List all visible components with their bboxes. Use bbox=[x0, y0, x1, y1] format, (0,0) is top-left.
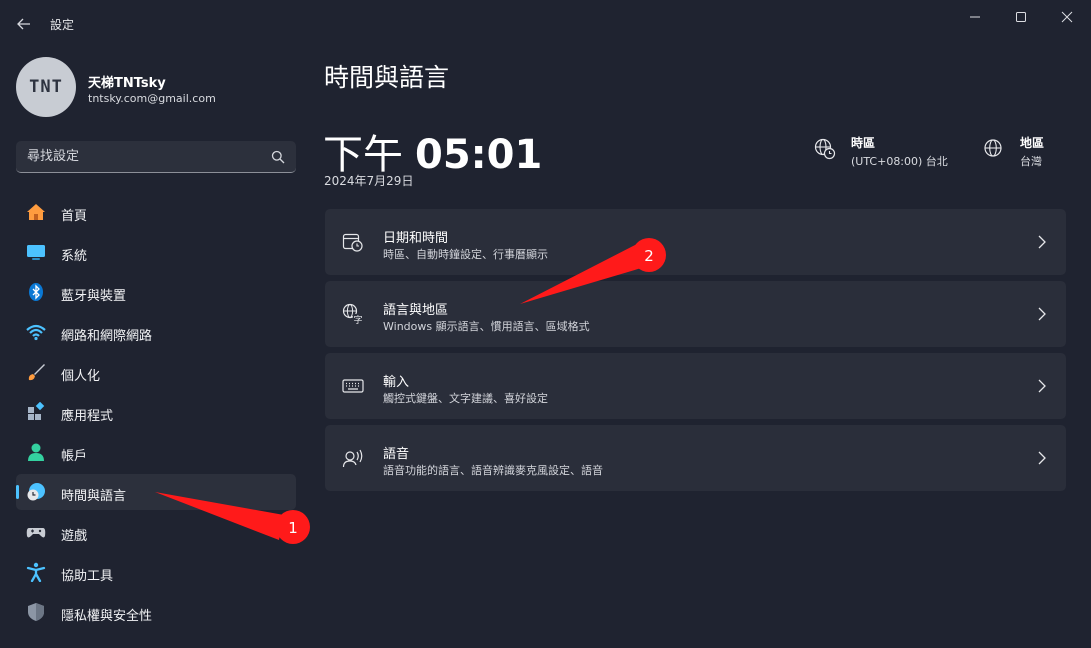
chevron-right-icon bbox=[1038, 235, 1046, 249]
accessibility-icon bbox=[26, 562, 46, 582]
card-title: 日期和時間 bbox=[383, 231, 449, 246]
sidebar-item-label: 時間與語言 bbox=[61, 489, 127, 504]
language-icon: 字 bbox=[342, 303, 363, 325]
arrow-left-icon bbox=[17, 18, 30, 30]
sidebar-nav: 首頁 系統 藍牙與裝置 網路和網際網路 個人化 應用程式 帳戶 時間與語言 遊戲… bbox=[16, 194, 296, 634]
sidebar-item-personalization[interactable]: 個人化 bbox=[16, 354, 296, 390]
back-button[interactable] bbox=[14, 14, 34, 34]
system-icon bbox=[27, 245, 45, 260]
sidebar-item-label: 帳戶 bbox=[61, 449, 88, 464]
region-label: 地區 bbox=[1020, 136, 1045, 150]
card-subtitle: 時區、自動時鐘設定、行事曆顯示 bbox=[383, 248, 548, 261]
minimize-button[interactable] bbox=[952, 6, 998, 28]
keyboard-icon bbox=[342, 379, 364, 393]
app-title: 設定 bbox=[50, 18, 75, 32]
card-speech[interactable]: 語音 語音功能的語言、語音辨識麥克風設定、語音 bbox=[325, 425, 1066, 491]
card-subtitle: 觸控式鍵盤、文字建議、喜好設定 bbox=[383, 392, 548, 405]
sidebar-item-label: 應用程式 bbox=[61, 409, 114, 424]
sidebar-item-bluetooth[interactable]: 藍牙與裝置 bbox=[16, 274, 296, 310]
sidebar-item-label: 藍牙與裝置 bbox=[61, 289, 127, 304]
maximize-icon bbox=[1016, 12, 1026, 22]
home-icon bbox=[27, 204, 45, 220]
card-subtitle: 語音功能的語言、語音辨識麥克風設定、語音 bbox=[383, 464, 603, 477]
current-date: 2024年7月29日 bbox=[324, 174, 414, 188]
card-title: 語言與地區 bbox=[383, 303, 449, 318]
close-icon bbox=[1061, 11, 1073, 23]
sidebar-item-gaming[interactable]: 遊戲 bbox=[16, 514, 296, 550]
sidebar-item-apps[interactable]: 應用程式 bbox=[16, 394, 296, 430]
minimize-icon bbox=[970, 16, 980, 18]
sidebar-item-label: 遊戲 bbox=[61, 529, 88, 544]
globe-clock-icon bbox=[814, 138, 836, 160]
title-bar: 設定 bbox=[0, 0, 1091, 48]
active-indicator bbox=[16, 485, 19, 499]
card-title: 輸入 bbox=[383, 375, 410, 390]
card-subtitle: Windows 顯示語言、慣用語言、區域格式 bbox=[383, 320, 590, 333]
sidebar-item-home[interactable]: 首頁 bbox=[16, 194, 296, 230]
avatar-text: TNT bbox=[29, 77, 63, 97]
sidebar-item-system[interactable]: 系統 bbox=[16, 234, 296, 270]
apps-icon bbox=[28, 402, 45, 420]
brush-icon bbox=[28, 364, 45, 381]
chevron-right-icon bbox=[1038, 451, 1046, 465]
user-name: 天梯TNTsky bbox=[88, 76, 166, 91]
speech-icon bbox=[342, 449, 363, 468]
svg-text:字: 字 bbox=[354, 314, 363, 325]
card-date-time[interactable]: 日期和時間 時區、自動時鐘設定、行事曆顯示 bbox=[325, 209, 1066, 275]
calendar-clock-icon bbox=[342, 233, 363, 252]
sidebar-item-label: 網路和網際網路 bbox=[61, 329, 153, 344]
timezone-label: 時區 bbox=[851, 136, 876, 150]
sidebar-item-time-language[interactable]: 時間與語言 bbox=[16, 474, 296, 510]
sidebar-item-privacy[interactable]: 隱私權與安全性 bbox=[16, 594, 296, 630]
gamepad-icon bbox=[26, 528, 46, 538]
page-title: 時間與語言 bbox=[324, 63, 450, 92]
sidebar-item-network[interactable]: 網路和網際網路 bbox=[16, 314, 296, 350]
card-typing[interactable]: 輸入 觸控式鍵盤、文字建議、喜好設定 bbox=[325, 353, 1066, 419]
account-icon bbox=[28, 443, 44, 461]
sidebar-item-accounts[interactable]: 帳戶 bbox=[16, 434, 296, 470]
chevron-right-icon bbox=[1038, 307, 1046, 321]
search-input[interactable] bbox=[16, 141, 266, 172]
sidebar-item-label: 首頁 bbox=[61, 209, 88, 224]
card-language-region[interactable]: 字 語言與地區 Windows 顯示語言、慣用語言、區域格式 bbox=[325, 281, 1066, 347]
search-icon[interactable] bbox=[271, 150, 285, 164]
maximize-button[interactable] bbox=[998, 6, 1044, 28]
avatar[interactable]: TNT bbox=[16, 57, 76, 117]
timezone-value: (UTC+08:00) 台北 bbox=[851, 155, 948, 168]
sidebar-item-label: 系統 bbox=[61, 249, 88, 264]
bluetooth-icon bbox=[29, 283, 43, 301]
wifi-icon bbox=[26, 324, 46, 341]
time-hhmm: 05:01 bbox=[415, 132, 543, 178]
time-language-icon bbox=[27, 483, 45, 501]
close-button[interactable] bbox=[1044, 6, 1090, 28]
chevron-right-icon bbox=[1038, 379, 1046, 393]
region-value: 台灣 bbox=[1020, 155, 1042, 168]
sidebar-item-accessibility[interactable]: 協助工具 bbox=[16, 554, 296, 590]
sidebar-item-label: 協助工具 bbox=[61, 569, 114, 584]
globe-icon bbox=[984, 139, 1002, 157]
shield-icon bbox=[28, 603, 44, 621]
sidebar-item-label: 隱私權與安全性 bbox=[61, 609, 153, 624]
user-email: tntsky.com@gmail.com bbox=[88, 92, 216, 105]
search-box bbox=[16, 141, 296, 173]
sidebar-item-label: 個人化 bbox=[61, 369, 101, 384]
card-title: 語音 bbox=[383, 447, 410, 462]
